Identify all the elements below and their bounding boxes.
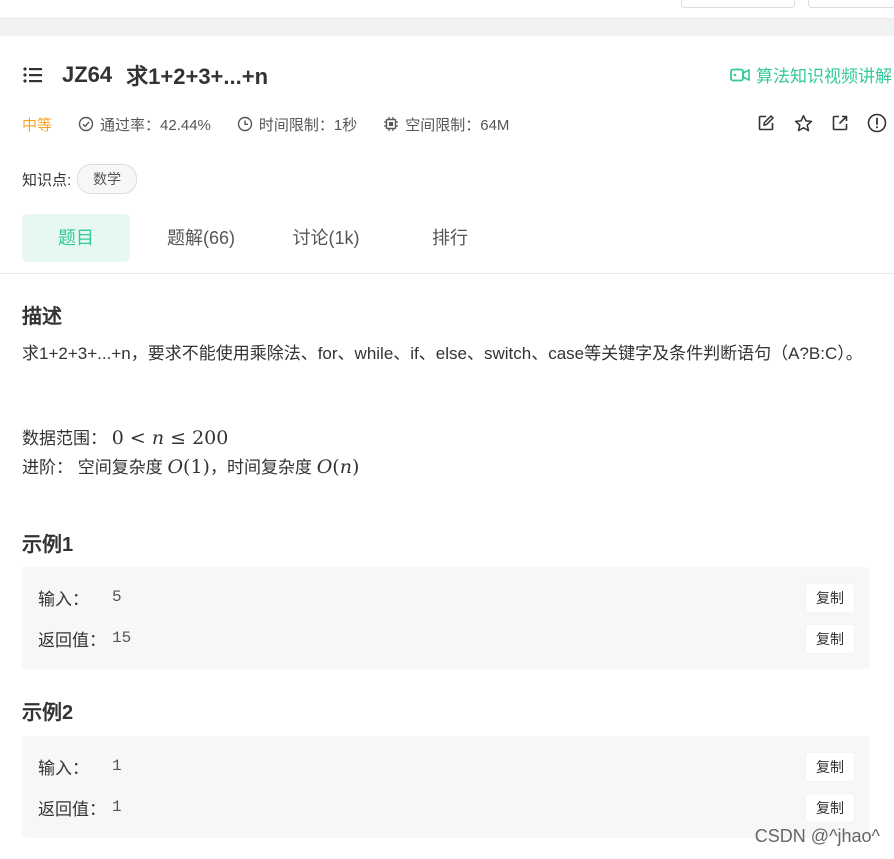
constraints: 数据范围： 0 < n ≤ 200 进阶： 空间复杂度 O(1)，时间复杂度 O… <box>22 424 359 482</box>
example-1-box: 输入： 5 复制 返回值： 15 复制 <box>22 567 870 669</box>
advanced-label: 进阶： <box>22 458 73 477</box>
data-range-label: 数据范围： <box>22 429 107 448</box>
tabs-divider <box>0 273 894 274</box>
chip-icon <box>384 117 399 131</box>
description-heading: 描述 <box>22 306 62 328</box>
problem-title-row: JZ64 求1+2+3+...+n <box>22 60 268 90</box>
clock-icon <box>237 116 253 132</box>
example-1-heading: 示例1 <box>22 534 74 556</box>
tab-ranking[interactable]: 排行 <box>430 214 470 262</box>
input-label: 输入： <box>38 589 89 609</box>
knowledge-tag[interactable]: 数学 <box>77 164 138 194</box>
time-complexity-formula: O(n) <box>316 456 360 478</box>
check-circle-icon <box>78 116 94 132</box>
video-camera-icon <box>730 68 750 81</box>
problem-title: 求1+2+3+...+n <box>126 64 269 89</box>
return-label: 返回值： <box>38 799 106 819</box>
tab-problem[interactable]: 题目 <box>22 214 130 262</box>
input-value: 5 <box>112 588 122 606</box>
advanced-line: 进阶： 空间复杂度 O(1)，时间复杂度 O(n) <box>22 453 359 482</box>
example-2-input: 输入： 1 <box>38 753 122 779</box>
return-value: 1 <box>112 798 122 816</box>
top-bar <box>0 0 894 19</box>
report-icon[interactable] <box>866 112 888 134</box>
space-complexity-label: 空间复杂度 <box>77 458 163 477</box>
input-label: 输入： <box>38 758 89 778</box>
tab-solutions[interactable]: 题解(66) <box>164 214 238 262</box>
problem-meta: 中等 通过率：42.44% 时间限制：1秒 空间限制：64M <box>22 112 535 136</box>
copy-input-button[interactable]: 复制 <box>806 584 854 612</box>
share-icon[interactable] <box>829 112 851 134</box>
problem-tabs: 题目 题解(66) 讨论(1k) 排行 <box>22 214 470 262</box>
pass-rate: 通过率：42.44% <box>78 114 211 135</box>
space-limit: 空间限制：64M <box>383 114 509 135</box>
example-1-return: 返回值： 15 <box>38 625 131 651</box>
copy-return-button[interactable]: 复制 <box>806 794 854 822</box>
video-explanation-link[interactable]: 算法知识视频讲解 <box>730 62 892 87</box>
data-range-line: 数据范围： 0 < n ≤ 200 <box>22 424 359 453</box>
problem-actions <box>740 112 888 134</box>
video-link-label: 算法知识视频讲解 <box>756 67 892 86</box>
example-2-heading: 示例2 <box>22 702 74 724</box>
knowledge-label: 知识点: <box>22 171 72 189</box>
example-2-return: 返回值： 1 <box>38 794 122 820</box>
return-label: 返回值： <box>38 630 106 650</box>
list-icon[interactable] <box>22 64 44 86</box>
space-complexity-formula: O(1) <box>167 456 210 478</box>
input-value: 1 <box>112 757 122 775</box>
pass-rate-text: 通过率：42.44% <box>100 116 211 134</box>
knowledge-points: 知识点: 数学 <box>22 164 138 194</box>
watermark: CSDN @^jhao^ <box>754 826 880 846</box>
data-range-formula: 0 < n ≤ 200 <box>111 427 229 449</box>
tab-discussion[interactable]: 讨论(1k) <box>290 214 362 262</box>
time-limit-text: 时间限制：1秒 <box>258 116 358 134</box>
example-2-box: 输入： 1 复制 返回值： 1 复制 <box>22 736 870 838</box>
space-limit-text: 空间限制：64M <box>405 116 510 134</box>
star-icon[interactable] <box>792 112 814 134</box>
top-bar-button[interactable] <box>681 0 795 8</box>
problem-id: JZ64 <box>62 62 113 87</box>
return-value: 15 <box>112 629 132 647</box>
time-complexity-label: ，时间复杂度 <box>209 458 312 477</box>
copy-input-button[interactable]: 复制 <box>806 753 854 781</box>
description-text: 求1+2+3+...+n，要求不能使用乘除法、for、while、if、else… <box>22 344 863 363</box>
example-1-input: 输入： 5 <box>38 584 122 610</box>
edit-icon[interactable] <box>755 112 777 134</box>
top-bar-button[interactable] <box>808 0 894 8</box>
time-limit: 时间限制：1秒 <box>237 114 357 135</box>
difficulty-badge: 中等 <box>22 116 53 134</box>
copy-return-button[interactable]: 复制 <box>806 625 854 653</box>
